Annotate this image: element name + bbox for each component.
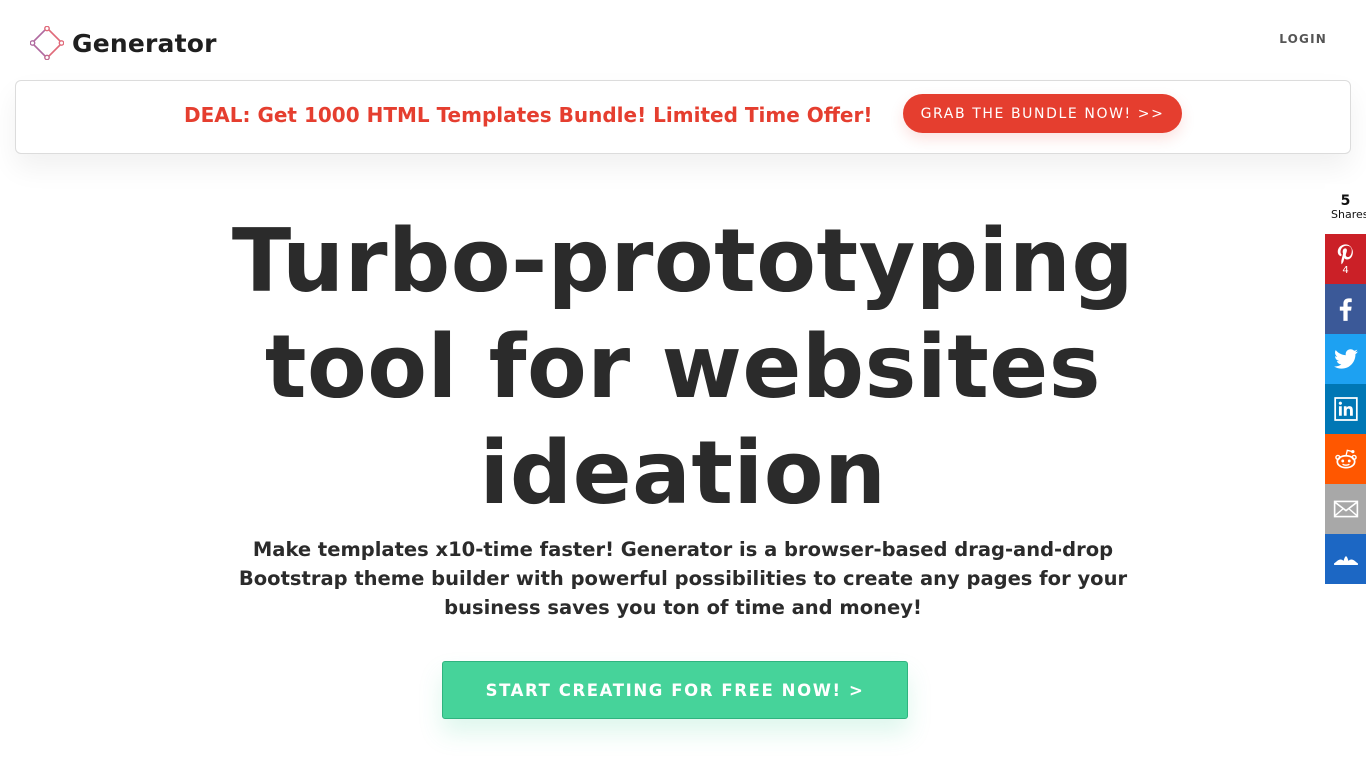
site-header: Generator LOGIN <box>0 0 1366 80</box>
share-sumo-button[interactable] <box>1325 534 1366 584</box>
linkedin-icon <box>1333 397 1358 421</box>
share-total: 5 Shares <box>1325 184 1366 234</box>
twitter-icon <box>1333 349 1358 369</box>
share-reddit-button[interactable] <box>1325 434 1366 484</box>
share-total-count: 5 <box>1340 193 1351 209</box>
deal-text: DEAL: Get 1000 HTML Templates Bundle! Li… <box>184 103 873 127</box>
logo-diamond-icon <box>30 26 64 60</box>
hero-subtitle: Make templates x10-time faster! Generato… <box>238 538 1128 619</box>
login-link[interactable]: LOGIN <box>1279 32 1327 46</box>
reddit-icon <box>1334 449 1357 469</box>
sumo-icon <box>1333 556 1358 565</box>
share-total-label: Shares <box>1331 208 1366 221</box>
share-email-button[interactable] <box>1325 484 1366 534</box>
email-icon <box>1333 500 1358 518</box>
logo-text: Generator <box>72 28 217 58</box>
pinterest-icon <box>1337 243 1353 264</box>
share-pinterest-button[interactable]: 4 <box>1325 234 1366 284</box>
facebook-icon <box>1339 298 1352 321</box>
share-facebook-button[interactable] <box>1325 284 1366 334</box>
pinterest-count: 4 <box>1342 264 1349 276</box>
hero-title: Turbo-prototyping tool for websites idea… <box>231 210 1135 524</box>
deal-banner: DEAL: Get 1000 HTML Templates Bundle! Li… <box>15 80 1351 154</box>
start-creating-button[interactable]: START CREATING FOR FREE NOW! > <box>442 661 908 719</box>
logo[interactable]: Generator <box>30 26 217 60</box>
share-sidebar: 5 Shares 4 <box>1325 184 1366 584</box>
share-twitter-button[interactable] <box>1325 334 1366 384</box>
grab-bundle-button[interactable]: GRAB THE BUNDLE NOW! >> <box>903 94 1182 133</box>
share-linkedin-button[interactable] <box>1325 384 1366 434</box>
